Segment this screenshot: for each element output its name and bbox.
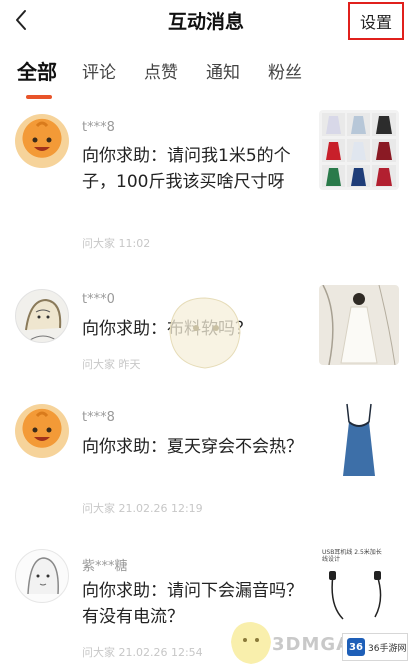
settings-button[interactable]: 设置: [348, 2, 404, 40]
sketch-girl-icon: [27, 557, 59, 595]
avatar[interactable]: [15, 289, 69, 343]
tab-all[interactable]: 全部: [17, 56, 57, 85]
dress-collage-icon: [319, 110, 399, 190]
message-text: 向你求助：请问我1米5的个子，100斤我该买啥尺寸呀: [82, 146, 291, 192]
blue-camisole-icon: [319, 400, 399, 480]
timestamp: 问大家 21.02.26 12:54: [82, 646, 203, 659]
tab-notifications[interactable]: 通知: [206, 58, 240, 83]
top-bar: 互动消息 设置: [0, 0, 412, 42]
message-text: 向你求助：布料软吗？: [82, 319, 252, 339]
message-text: 向你求助：夏天穿会不会热？: [82, 437, 303, 457]
username: t***8: [82, 410, 115, 425]
avatar[interactable]: [15, 114, 69, 168]
product-thumbnail[interactable]: USB耳机线 2.5米加长线设计: [319, 545, 399, 625]
sketch-girl-icon: [25, 298, 62, 341]
avatar[interactable]: [15, 549, 69, 603]
tab-comments[interactable]: 评论: [82, 58, 116, 83]
white-dress-icon: [319, 285, 399, 365]
message-text: 向你求助：请问下会漏音吗？有没有电流？: [82, 581, 303, 627]
product-thumbnail[interactable]: [319, 285, 399, 365]
username: 紫***糖: [82, 559, 128, 574]
timestamp: 问大家 21.02.26 12:19: [82, 502, 203, 515]
brand-logo: 36 36手游网: [342, 633, 408, 661]
earphone-ad-text: USB耳机线 2.5米加长线设计: [322, 549, 382, 563]
orange-character-icon: [32, 411, 52, 441]
timestamp: 问大家 昨天: [82, 358, 141, 371]
product-thumbnail[interactable]: [319, 400, 399, 480]
tab-likes[interactable]: 点赞: [144, 58, 178, 83]
tab-bar: 全部 评论 点赞 通知 粉丝: [0, 54, 412, 99]
brand-icon: 36: [347, 638, 365, 656]
username: t***0: [82, 292, 115, 307]
timestamp: 问大家 11:02: [82, 237, 151, 250]
product-thumbnail[interactable]: [319, 110, 399, 190]
brand-name: 36手游网: [368, 643, 407, 654]
username: t***8: [82, 120, 115, 135]
active-tab-indicator: [26, 95, 52, 99]
orange-character-icon: [32, 121, 52, 151]
avatar[interactable]: [15, 404, 69, 458]
tab-fans[interactable]: 粉丝: [268, 58, 302, 83]
